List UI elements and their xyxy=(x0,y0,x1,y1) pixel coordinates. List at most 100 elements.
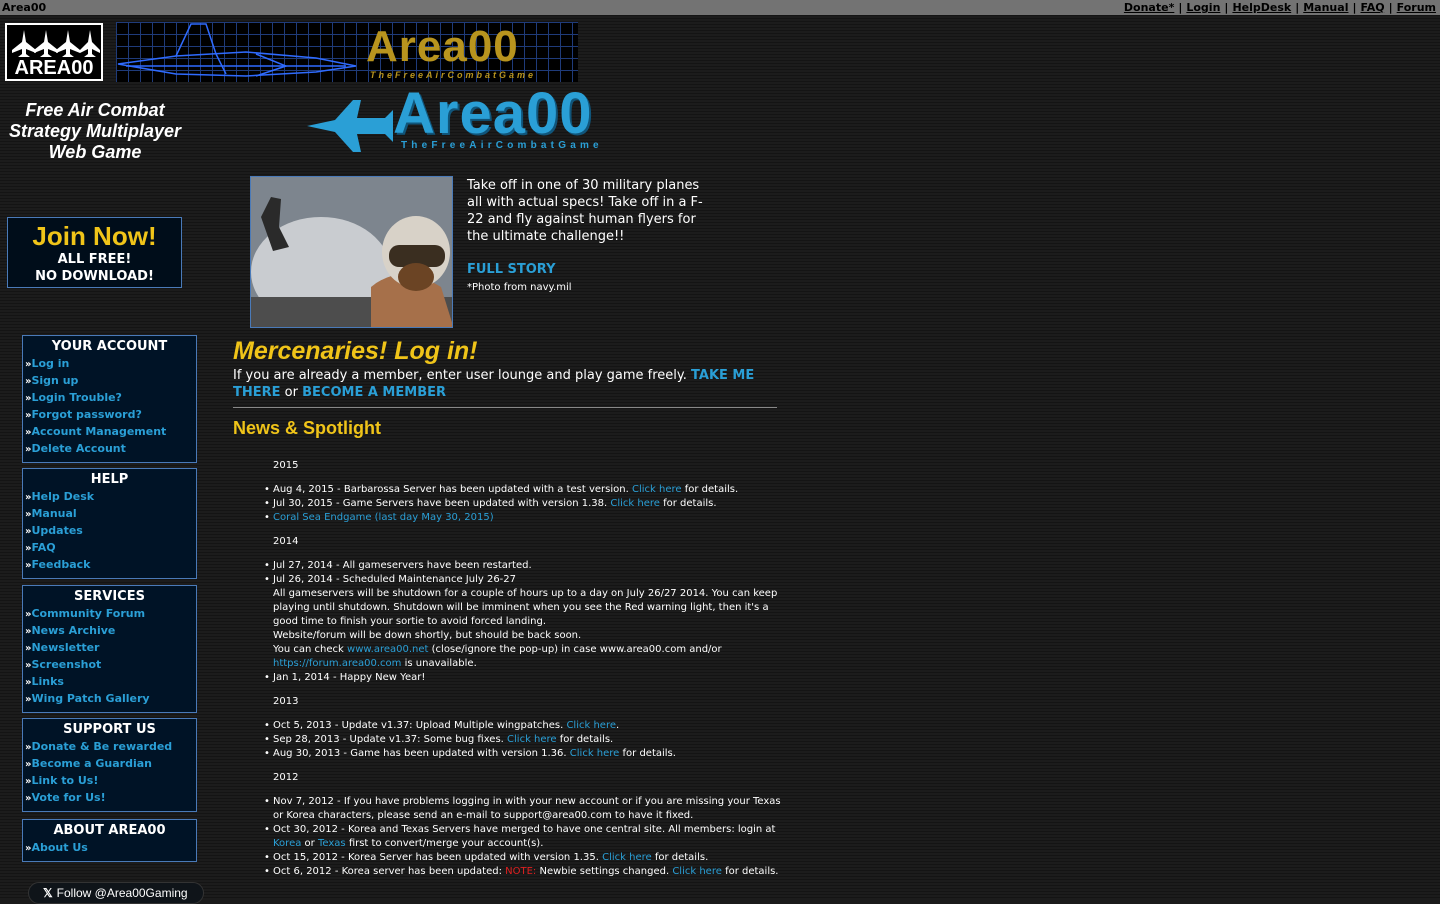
news-text: for details. xyxy=(559,734,614,745)
news-text: for details. xyxy=(654,852,709,863)
news-title: News & Spotlight xyxy=(233,418,381,438)
menu-label: News Archive xyxy=(31,624,116,637)
coral-sea-link[interactable]: Coral Sea Endgame (last day May 30, 2015… xyxy=(273,512,494,523)
note-label: NOTE: xyxy=(505,866,537,877)
news-text: Jul 30, 2015 - Game Servers have been up… xyxy=(273,498,608,509)
news-item: Oct 30, 2012 - Korea and Texas Servers h… xyxy=(264,823,782,851)
news-item: Aug 30, 2013 - Game has been updated wit… xyxy=(264,747,782,761)
login-trouble-menu-item[interactable]: »Login Trouble? xyxy=(23,390,196,407)
updates-menu-item[interactable]: »Updates xyxy=(23,523,196,540)
tagline-line: Strategy Multiplayer xyxy=(8,121,182,141)
login-link[interactable]: Login xyxy=(1186,1,1220,14)
news-item: Jan 1, 2014 - Happy New Year! xyxy=(264,671,782,685)
menu-label: Link to Us! xyxy=(31,774,99,787)
help-desk-menu-item[interactable]: »Help Desk xyxy=(23,489,196,506)
news-text: Newbie settings changed. xyxy=(539,866,670,877)
menu-label: Login Trouble? xyxy=(31,391,122,404)
manual-menu-item[interactable]: »Manual xyxy=(23,506,196,523)
texas-link[interactable]: Texas xyxy=(318,838,346,849)
links-menu-item[interactable]: »Links xyxy=(23,674,196,691)
main-subtitle: TheFreeAirCombatGame xyxy=(401,140,603,151)
korea-link[interactable]: Korea xyxy=(273,838,301,849)
tagline-line: Free Air Combat xyxy=(25,100,165,120)
delete-account-menu-item[interactable]: »Delete Account xyxy=(23,441,196,458)
site-logo[interactable]: AREA00 xyxy=(5,23,103,81)
menu-label: FAQ xyxy=(31,541,56,554)
tagline-line: Web Game xyxy=(48,142,142,162)
follow-button[interactable]: 𝕏 Follow @Area00Gaming xyxy=(28,882,204,904)
full-story-link[interactable]: FULL STORY xyxy=(467,262,556,277)
main-title: Area00 xyxy=(393,81,593,146)
top-bar: Area00 Donate* | Login | HelpDesk | Manual | FAQ… xyxy=(0,0,1440,15)
click-here-link[interactable]: Click here xyxy=(632,484,682,495)
become-member-link[interactable]: BECOME A MEMBER xyxy=(302,385,446,400)
services-box-title: SERVICES xyxy=(74,589,145,604)
menu-label: Help Desk xyxy=(31,490,95,503)
forum-link[interactable]: Forum xyxy=(1397,1,1436,14)
news-text: Aug 4, 2015 - Barbarossa Server has been… xyxy=(273,484,629,495)
news-item: Jul 26, 2014 - Scheduled Maintenance Jul… xyxy=(264,573,782,671)
menu-label: About Us xyxy=(31,841,88,854)
forum-url-link[interactable]: https://forum.area00.com xyxy=(273,658,401,669)
pilot-photo xyxy=(250,176,453,328)
manual-link[interactable]: Manual xyxy=(1303,1,1348,14)
merc-description: If you are already a member, enter user … xyxy=(233,368,687,383)
area00-net-link[interactable]: www.area00.net xyxy=(347,644,428,655)
account-box-title: YOUR ACCOUNT xyxy=(51,339,168,354)
news-group: Aug 4, 2015 - Barbarossa Server has been… xyxy=(262,483,782,525)
news-item: Coral Sea Endgame (last day May 30, 2015… xyxy=(264,511,782,525)
join-line: NO DOWNLOAD! xyxy=(35,269,154,284)
menu-label: Newsletter xyxy=(31,641,100,654)
news-text: Jul 27, 2014 - All gameservers have been… xyxy=(273,560,532,571)
link-to-us-menu-item[interactable]: »Link to Us! xyxy=(23,773,196,790)
login-menu-item[interactable]: »Log in xyxy=(23,356,196,373)
news-year: 2015 xyxy=(273,460,299,471)
click-here-link[interactable]: Click here xyxy=(602,852,652,863)
about-box-title: ABOUT AREA00 xyxy=(53,823,166,838)
photo-credit: *Photo from navy.mil xyxy=(467,282,572,293)
vote-menu-item[interactable]: »Vote for Us! xyxy=(23,790,196,807)
about-us-menu-item[interactable]: »About Us xyxy=(23,840,196,857)
news-text: for details. xyxy=(684,484,739,495)
donate-link[interactable]: Donate* xyxy=(1124,1,1174,14)
donate-menu-item[interactable]: »Donate & Be rewarded xyxy=(23,739,196,756)
menu-label: Updates xyxy=(31,524,83,537)
helpdesk-link[interactable]: HelpDesk xyxy=(1232,1,1291,14)
news-text: Jan 1, 2014 - Happy New Year! xyxy=(273,672,426,683)
screenshot-menu-item[interactable]: »Screenshot xyxy=(23,657,196,674)
news-item: Nov 7, 2012 - If you have problems loggi… xyxy=(264,795,782,823)
news-text: You can check xyxy=(273,644,344,655)
banner-subtitle: TheFreeAirCombatGame xyxy=(370,70,537,80)
guardian-menu-item[interactable]: »Become a Guardian xyxy=(23,756,196,773)
top-links: Donate* | Login | HelpDesk | Manual | FAQ | Forum xyxy=(1123,1,1436,14)
news-year: 2013 xyxy=(273,696,299,707)
x-logo-icon: 𝕏 xyxy=(43,886,53,900)
click-here-link[interactable]: Click here xyxy=(570,748,620,759)
newsletter-menu-item[interactable]: »Newsletter xyxy=(23,640,196,657)
news-text: Oct 5, 2013 - Update v1.37: Upload Multi… xyxy=(273,720,564,731)
faq-menu-item[interactable]: »FAQ xyxy=(23,540,196,557)
wing-patch-gallery-menu-item[interactable]: »Wing Patch Gallery xyxy=(23,691,196,708)
news-archive-menu-item[interactable]: »News Archive xyxy=(23,623,196,640)
main-logo: Area00 TheFreeAirCombatGame xyxy=(305,84,635,156)
feedback-menu-item[interactable]: »Feedback xyxy=(23,557,196,574)
click-here-link[interactable]: Click here xyxy=(566,720,616,731)
news-text: is unavailable. xyxy=(404,658,477,669)
join-now-banner[interactable]: Join Now! ALL FREE! NO DOWNLOAD! xyxy=(7,217,182,288)
faq-link[interactable]: FAQ xyxy=(1361,1,1385,14)
menu-label: Links xyxy=(31,675,64,688)
click-here-link[interactable]: Click here xyxy=(672,866,722,877)
forgot-password-menu-item[interactable]: »Forgot password? xyxy=(23,407,196,424)
click-here-link[interactable]: Click here xyxy=(507,734,557,745)
menu-label: Account Management xyxy=(31,425,167,438)
news-year: 2014 xyxy=(273,536,299,547)
signup-menu-item[interactable]: »Sign up xyxy=(23,373,196,390)
account-management-menu-item[interactable]: »Account Management xyxy=(23,424,196,441)
news-text: Nov 7, 2012 - If you have problems loggi… xyxy=(273,796,781,821)
community-forum-menu-item[interactable]: »Community Forum xyxy=(23,606,196,623)
click-here-link[interactable]: Click here xyxy=(610,498,660,509)
divider xyxy=(233,407,777,408)
news-item: Sep 28, 2013 - Update v1.37: Some bug fi… xyxy=(264,733,782,747)
header-banner[interactable]: Area00 TheFreeAirCombatGame xyxy=(116,22,578,82)
support-box-title: SUPPORT US xyxy=(63,722,156,737)
